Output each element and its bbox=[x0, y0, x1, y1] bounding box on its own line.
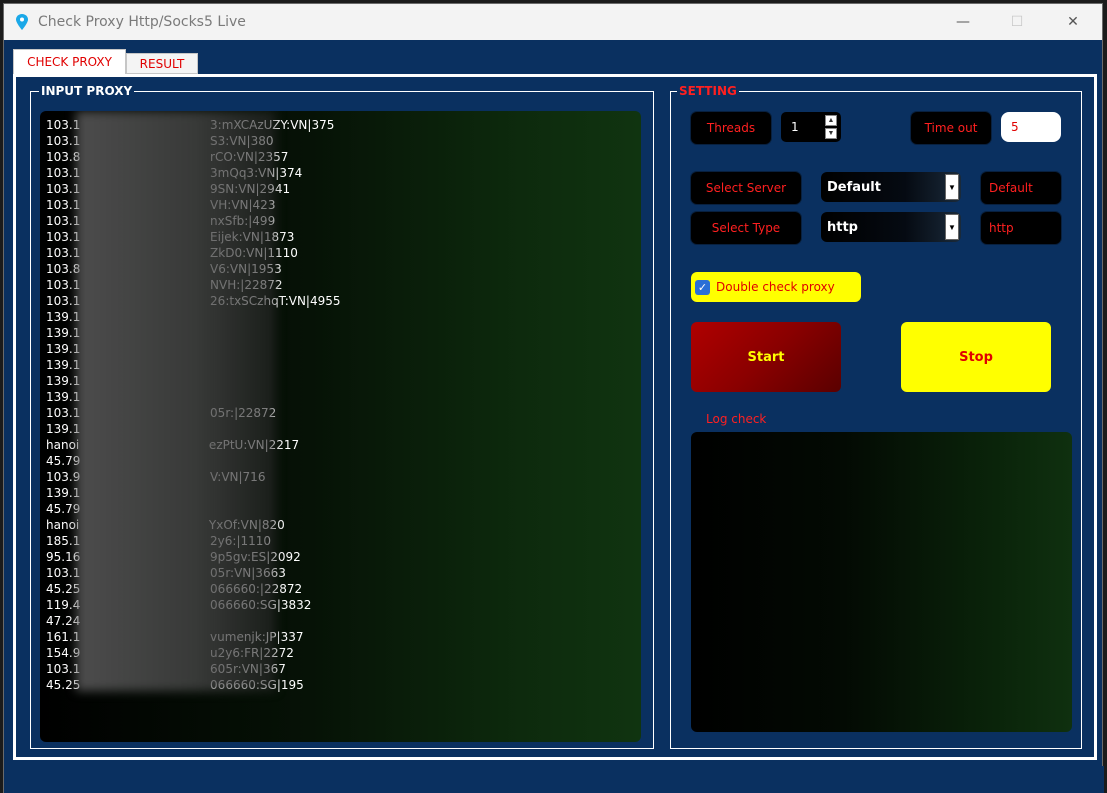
minimize-button[interactable]: — bbox=[936, 4, 990, 40]
select-server-label: Select Server bbox=[691, 172, 801, 204]
chevron-down-icon[interactable]: ▼ bbox=[945, 174, 959, 200]
select-type-label: Select Type bbox=[691, 212, 801, 244]
tab-result[interactable]: RESULT bbox=[126, 53, 198, 74]
stepper-up-icon[interactable]: ▲ bbox=[825, 115, 837, 126]
checkmark-icon[interactable]: ✓ bbox=[695, 279, 710, 295]
server-selected-value: Default bbox=[827, 180, 881, 195]
redaction-blur bbox=[76, 111, 276, 691]
type-display: http bbox=[981, 212, 1061, 244]
setting-group: SETTING Threads 1 ▲ ▼ Time out 5 Select … bbox=[670, 84, 1082, 749]
chevron-down-icon[interactable]: ▼ bbox=[945, 214, 959, 240]
close-button[interactable]: ✕ bbox=[1046, 4, 1100, 40]
input-proxy-group: INPUT PROXY 103.1 3:mXCAzUZY:VN|375103.1… bbox=[30, 84, 654, 749]
threads-label: Threads bbox=[691, 112, 771, 144]
window-title: Check Proxy Http/Socks5 Live bbox=[38, 14, 246, 30]
stop-button[interactable]: Stop bbox=[901, 322, 1051, 392]
title-bar: Check Proxy Http/Socks5 Live — ☐ ✕ bbox=[4, 4, 1102, 40]
status-strip bbox=[4, 766, 1104, 793]
timeout-label: Time out bbox=[911, 112, 991, 144]
main-window: Check Proxy Http/Socks5 Live — ☐ ✕ CHECK… bbox=[3, 3, 1104, 793]
threads-stepper[interactable]: 1 ▲ ▼ bbox=[781, 112, 841, 142]
server-select[interactable]: Default ▼ bbox=[821, 172, 961, 202]
double-check-checkbox[interactable]: ✓ Double check proxy bbox=[691, 272, 861, 302]
server-display: Default bbox=[981, 172, 1061, 204]
input-proxy-legend: INPUT PROXY bbox=[39, 84, 135, 98]
threads-value: 1 bbox=[791, 120, 799, 134]
type-select[interactable]: http ▼ bbox=[821, 212, 961, 242]
stepper-down-icon[interactable]: ▼ bbox=[825, 128, 837, 139]
double-check-label: Double check proxy bbox=[716, 280, 835, 294]
check-proxy-page: INPUT PROXY 103.1 3:mXCAzUZY:VN|375103.1… bbox=[13, 74, 1097, 760]
setting-legend: SETTING bbox=[677, 84, 739, 98]
type-selected-value: http bbox=[827, 220, 858, 235]
app-pin-icon bbox=[16, 14, 28, 30]
start-button[interactable]: Start bbox=[691, 322, 841, 392]
log-check-textarea[interactable] bbox=[691, 432, 1072, 732]
maximize-button[interactable]: ☐ bbox=[990, 4, 1044, 40]
tab-check-proxy[interactable]: CHECK PROXY bbox=[13, 49, 126, 74]
proxy-input-textarea[interactable]: 103.1 3:mXCAzUZY:VN|375103.1 S3:VN|38010… bbox=[40, 111, 641, 742]
timeout-input[interactable]: 5 bbox=[1001, 112, 1061, 142]
log-check-label: Log check bbox=[691, 412, 791, 430]
